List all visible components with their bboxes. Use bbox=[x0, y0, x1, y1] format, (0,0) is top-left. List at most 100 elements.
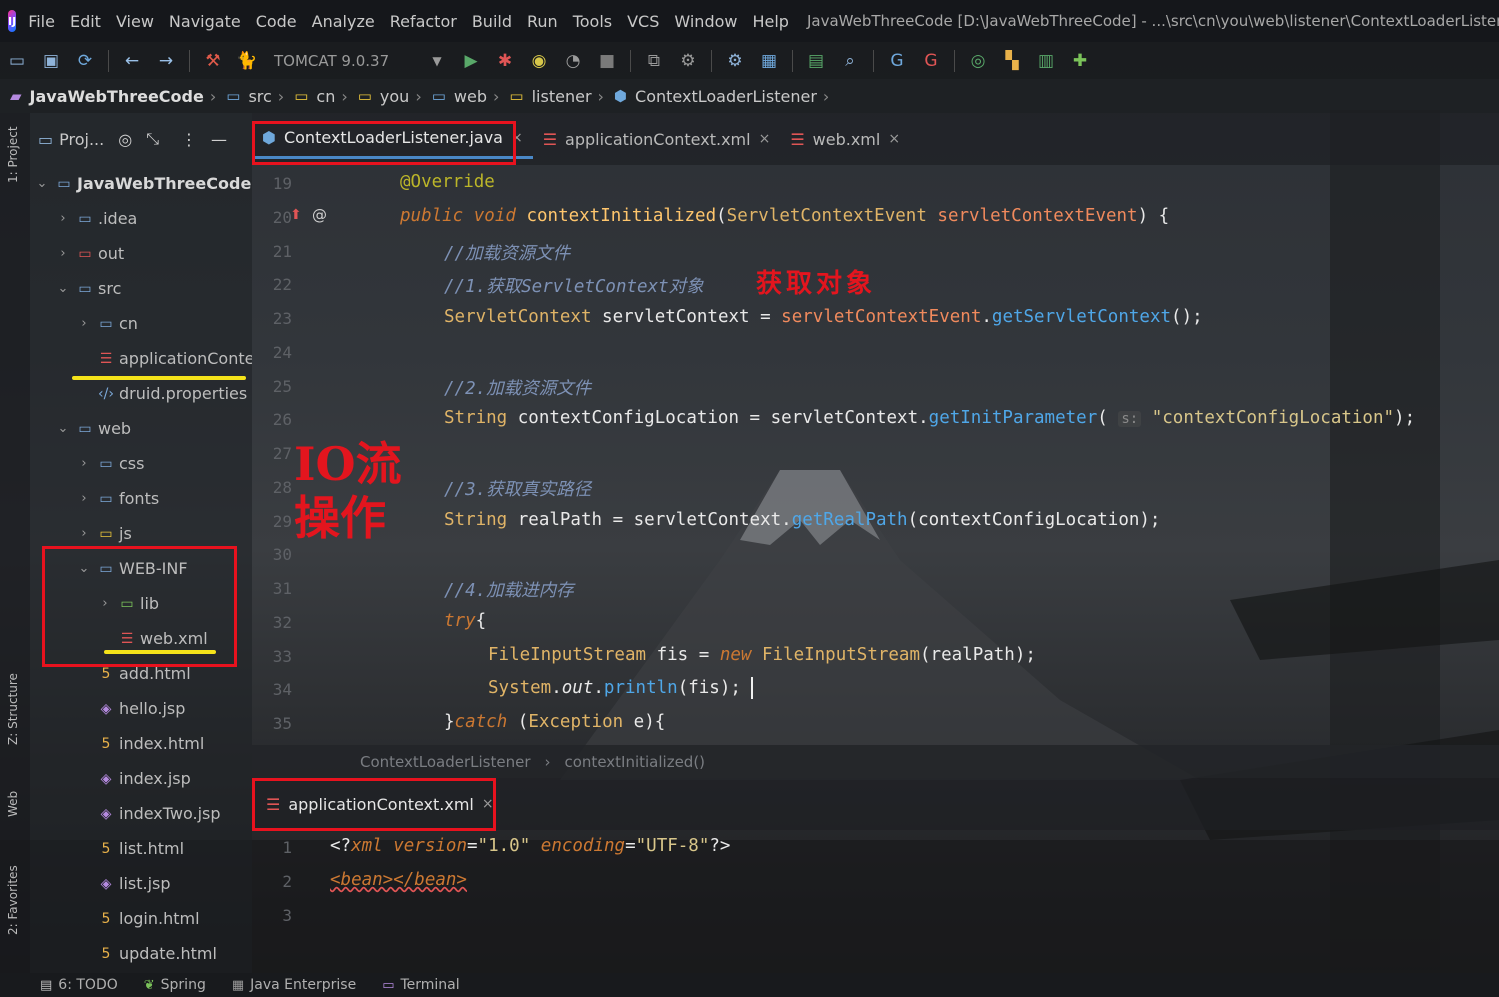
breadcrumb-listener[interactable]: ▭ listener › bbox=[499, 87, 604, 106]
code-token: version bbox=[393, 836, 467, 856]
chevron-right-icon[interactable]: › bbox=[76, 456, 92, 471]
breadcrumb-you[interactable]: ▭ you › bbox=[348, 87, 422, 106]
tool-window-web[interactable]: Web bbox=[6, 791, 20, 817]
structure-method[interactable]: contextInitialized() bbox=[565, 753, 706, 771]
tool-window-structure[interactable]: Z: Structure bbox=[6, 673, 20, 745]
chevron-right-icon[interactable]: › bbox=[55, 246, 71, 261]
tree-item[interactable]: › ▭ cn bbox=[76, 306, 138, 341]
breadcrumb-src[interactable]: ▭ src › bbox=[216, 87, 284, 106]
menu-file[interactable]: File bbox=[28, 12, 55, 31]
menu-build[interactable]: Build bbox=[472, 12, 512, 31]
coverage-icon[interactable]: ◉ bbox=[528, 50, 550, 72]
forward-icon[interactable]: → bbox=[155, 50, 177, 72]
project-view-select[interactable]: Proj... bbox=[59, 130, 104, 149]
tool-java-enterprise[interactable]: ▦ Java Enterprise bbox=[232, 977, 356, 993]
chevron-right-icon[interactable]: › bbox=[76, 526, 92, 541]
tree-item[interactable]: ☰ applicationContext.xml bbox=[76, 341, 252, 376]
tree-item[interactable]: ‹/› druid.properties bbox=[76, 376, 247, 411]
chevron-down-icon[interactable]: ⌄ bbox=[34, 176, 50, 191]
breadcrumb-project[interactable]: ▰ JavaWebThreeCode › bbox=[0, 87, 216, 106]
terminal-toolbar-icon[interactable]: ▤ bbox=[805, 50, 827, 72]
menu-help[interactable]: Help bbox=[752, 12, 788, 31]
translate-icon[interactable]: G bbox=[886, 50, 908, 72]
tool-window-project[interactable]: 1: Project bbox=[6, 126, 20, 183]
settings-gear-icon[interactable]: ⚙ bbox=[724, 50, 746, 72]
menu-navigate[interactable]: Navigate bbox=[169, 12, 241, 31]
tree-item[interactable]: 5 index.html bbox=[76, 726, 205, 761]
hide-panel-icon[interactable]: — bbox=[211, 130, 227, 149]
menu-analyze[interactable]: Analyze bbox=[312, 12, 375, 31]
tree-item[interactable]: › ▭ fonts bbox=[76, 481, 159, 516]
tree-item[interactable]: 5 update.html bbox=[76, 936, 217, 971]
menu-refactor[interactable]: Refactor bbox=[390, 12, 457, 31]
tree-item[interactable]: ◈ index.jsp bbox=[76, 761, 191, 796]
breadcrumb-class[interactable]: ⬢ ContextLoaderListener › bbox=[604, 87, 829, 106]
locate-target-icon[interactable]: ◎ bbox=[118, 130, 132, 149]
close-icon[interactable]: × bbox=[759, 131, 771, 147]
tool-window-favorites[interactable]: 2: Favorites bbox=[6, 865, 20, 935]
tree-item[interactable]: ⌄ ▭ src bbox=[55, 271, 122, 306]
chevron-down-icon[interactable]: ▼ bbox=[426, 50, 448, 72]
tree-item[interactable]: › ▭ css bbox=[76, 446, 144, 481]
debug-icon[interactable]: ✱ bbox=[494, 50, 516, 72]
build-hammer-icon[interactable]: ⚒ bbox=[202, 50, 224, 72]
attach-debugger-icon[interactable]: ⧉ bbox=[643, 50, 665, 72]
tree-item[interactable]: 5 login.html bbox=[76, 901, 200, 936]
more-options-icon[interactable]: ⋮ bbox=[181, 130, 197, 149]
run-configuration-select[interactable]: TOMCAT 9.0.37 bbox=[274, 52, 414, 70]
code-token: getServletContext bbox=[991, 307, 1172, 327]
chevron-right-icon[interactable]: › bbox=[76, 316, 92, 331]
breadcrumb-web[interactable]: ▭ web › bbox=[422, 87, 500, 106]
menu-edit[interactable]: Edit bbox=[70, 12, 101, 31]
chevron-down-icon[interactable]: ⌄ bbox=[55, 281, 71, 296]
code-line: //4.加载进内存 bbox=[444, 577, 574, 602]
line-number: 3 bbox=[282, 906, 292, 925]
tab-web-xml[interactable]: ☰ web.xml × bbox=[780, 119, 910, 159]
plugin-grid-icon[interactable]: ▚ bbox=[1001, 50, 1023, 72]
chevron-down-icon[interactable]: ⌄ bbox=[55, 421, 71, 436]
run-icon[interactable]: ▶ bbox=[460, 50, 482, 72]
chevron-right-icon[interactable]: › bbox=[55, 211, 71, 226]
tree-item[interactable]: ◈ hello.jsp bbox=[76, 691, 186, 726]
deploy-icon[interactable]: ⚙ bbox=[677, 50, 699, 72]
structure-class[interactable]: ContextLoaderListener bbox=[360, 753, 531, 771]
collapse-all-icon[interactable]: ⤡ bbox=[146, 129, 159, 149]
project-structure-icon[interactable]: ▦ bbox=[758, 50, 780, 72]
search-icon[interactable]: ⌕ bbox=[839, 50, 861, 72]
sync-icon[interactable]: ⟳ bbox=[74, 50, 96, 72]
line-number: 2 bbox=[282, 872, 292, 891]
tree-item[interactable]: 5 list.html bbox=[76, 831, 185, 866]
plugin-chart-icon[interactable]: ▥ bbox=[1035, 50, 1057, 72]
tab-application-context[interactable]: ☰ applicationContext.xml × bbox=[533, 119, 781, 159]
menu-code[interactable]: Code bbox=[256, 12, 297, 31]
save-all-icon[interactable]: ▣ bbox=[40, 50, 62, 72]
translate-replace-icon[interactable]: G bbox=[920, 50, 942, 72]
menu-vcs[interactable]: VCS bbox=[627, 12, 659, 31]
code-editor[interactable]: ⬆ @ 19 20 21 22 23 24 25 26 27 28 29 30 31 32 33 34 35 @O… bbox=[252, 165, 1499, 745]
close-icon[interactable]: × bbox=[888, 131, 900, 147]
menu-tools[interactable]: Tools bbox=[573, 12, 612, 31]
jsp-file-icon: ◈ bbox=[100, 805, 112, 822]
stop-icon[interactable]: ■ bbox=[596, 50, 618, 72]
menu-window[interactable]: Window bbox=[674, 12, 737, 31]
tool-terminal[interactable]: ▭ Terminal bbox=[382, 977, 459, 993]
back-icon[interactable]: ← bbox=[121, 50, 143, 72]
menu-view[interactable]: View bbox=[116, 12, 154, 31]
profile-icon[interactable]: ◔ bbox=[562, 50, 584, 72]
split-code-editor[interactable]: 1 2 3 <?xml version="1.0" encoding="UTF-8"?… bbox=[252, 830, 1499, 940]
tree-item[interactable]: ◈ list.jsp bbox=[76, 866, 171, 901]
plugin-target-icon[interactable]: ◎ bbox=[967, 50, 989, 72]
chevron-right-icon[interactable]: › bbox=[76, 491, 92, 506]
tree-item[interactable]: ⌄ ▭ web bbox=[55, 411, 132, 446]
breadcrumb-label: cn bbox=[316, 86, 336, 106]
plugin-puzzle-icon[interactable]: ✚ bbox=[1069, 50, 1091, 72]
tree-item[interactable]: ⌄▭JavaWebThreeCode D:\ bbox=[34, 166, 252, 201]
tool-spring[interactable]: ❦ Spring bbox=[144, 977, 206, 993]
tool-todo[interactable]: ▤ 6: TODO bbox=[40, 977, 118, 993]
tree-item[interactable]: › ▭ out bbox=[55, 236, 124, 271]
tree-item[interactable]: ◈ indexTwo.jsp bbox=[76, 796, 221, 831]
tree-item[interactable]: › ▭ .idea bbox=[55, 201, 137, 236]
menu-run[interactable]: Run bbox=[527, 12, 558, 31]
breadcrumb-cn[interactable]: ▭ cn › bbox=[284, 87, 348, 106]
open-folder-icon[interactable]: ▭ bbox=[6, 50, 28, 72]
